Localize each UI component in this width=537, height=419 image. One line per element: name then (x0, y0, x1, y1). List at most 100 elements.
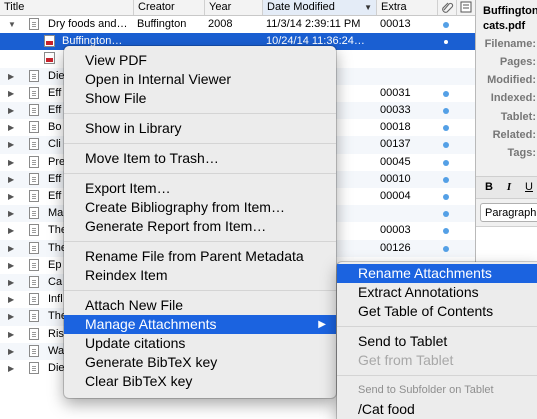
table-header: Title Creator Year Date Modified ▼ Extra (0, 0, 475, 16)
column-header-creator[interactable]: Creator (133, 0, 204, 15)
menu-item-update-citations[interactable]: Update citations (64, 334, 336, 353)
menu-item-label: Rename File from Parent Metadata (85, 248, 304, 264)
menu-item-label: Generate Report from Item… (85, 218, 267, 234)
disclosure-closed-icon[interactable]: ▶ (8, 136, 18, 153)
underline-button[interactable]: U (522, 180, 536, 194)
document-icon (29, 18, 39, 30)
disclosure-closed-icon[interactable]: ▶ (8, 85, 18, 102)
extra-cell: 00004 (380, 190, 411, 202)
disclosure-closed-icon[interactable]: ▶ (8, 360, 18, 377)
disclosure-closed-icon[interactable]: ▶ (8, 274, 18, 291)
disclosure-closed-icon[interactable]: ▶ (8, 171, 18, 188)
attachment-title-line1: Buffington (483, 5, 537, 17)
disclosure-closed-icon[interactable]: ▶ (8, 205, 18, 222)
menu-item-show-in-library[interactable]: Show in Library (64, 119, 336, 138)
modified-label: Modified: (487, 74, 536, 86)
disclosure-closed-icon[interactable]: ▶ (8, 102, 18, 119)
extra-cell (376, 68, 437, 85)
menu-item-label: Export Item… (85, 180, 171, 196)
attachment-status-dot-icon (443, 211, 449, 218)
menu-item-create-bibliography-from-item[interactable]: Create Bibliography from Item… (64, 198, 336, 217)
submenu-item-send-to-tablet[interactable]: Send to Tablet (337, 332, 537, 351)
disclosure-closed-icon[interactable]: ▶ (8, 343, 18, 360)
paragraph-format-select[interactable]: Paragraph (480, 203, 537, 222)
disclosure-closed-icon[interactable]: ▶ (8, 188, 18, 205)
menu-item-generate-report-from-item[interactable]: Generate Report from Item… (64, 217, 336, 236)
document-icon (29, 362, 39, 374)
creator-cell: Buffington (137, 18, 187, 30)
column-header-year[interactable]: Year (204, 0, 262, 15)
menu-item-label: Clear BibTeX key (85, 373, 193, 389)
column-header-extra[interactable]: Extra (376, 0, 437, 15)
document-icon (29, 258, 39, 271)
menu-item-label: Reindex Item (85, 267, 168, 283)
document-icon (29, 344, 39, 357)
extra-cell (376, 205, 437, 222)
disclosure-closed-icon[interactable]: ▶ (8, 257, 18, 274)
disclosure-closed-icon[interactable]: ▶ (8, 154, 18, 171)
title-cell: Dry foods and… (48, 18, 128, 30)
document-icon (29, 224, 39, 237)
attachment-status-dot-icon (443, 125, 449, 132)
submenu-separator (337, 375, 537, 376)
attachment-status-dot-icon (444, 40, 448, 45)
context-menu: View PDF Open in Internal Viewer Show File… (64, 46, 336, 398)
attachment-status-dot-icon (443, 194, 449, 200)
document-icon (29, 172, 39, 185)
submenu-item-extract-annotations[interactable]: Extract Annotations (337, 283, 537, 302)
document-icon (29, 121, 39, 134)
submenu-item-get-table-of-contents[interactable]: Get Table of Contents (337, 302, 537, 321)
disclosure-closed-icon[interactable]: ▶ (8, 222, 18, 239)
menu-item-generate-bibtex-key[interactable]: Generate BibTeX key (64, 353, 336, 372)
document-icon (29, 69, 39, 82)
document-icon (29, 138, 39, 151)
document-icon (29, 241, 39, 254)
disclosure-open-icon[interactable]: ▼ (8, 16, 18, 33)
extra-cell (376, 33, 437, 50)
bold-button[interactable]: B (482, 180, 496, 194)
menu-item-attach-new-file[interactable]: Attach New File (64, 296, 336, 315)
column-header-title[interactable]: Title (0, 0, 133, 15)
year-cell: 2008 (208, 18, 233, 30)
menu-item-view-pdf[interactable]: View PDF (64, 51, 336, 70)
attachment-status-dot-icon (443, 22, 449, 28)
tags-label[interactable]: Tags: (476, 147, 537, 159)
attachment-status-dot-icon (443, 159, 449, 166)
menu-item-reindex-item[interactable]: Reindex Item (64, 266, 336, 285)
attachment-title-line2: cats.pdf (483, 20, 526, 32)
menu-item-rename-file-from-parent-metadata[interactable]: Rename File from Parent Metadata (64, 247, 336, 266)
document-icon (29, 190, 39, 202)
disclosure-closed-icon[interactable]: ▶ (8, 291, 18, 308)
submenu-item-cat-food[interactable]: /Cat food (337, 400, 537, 419)
indexed-label: Indexed: (490, 92, 536, 104)
disclosure-closed-icon[interactable]: ▶ (8, 240, 18, 257)
menu-separator (64, 290, 336, 291)
column-header-date-modified[interactable]: Date Modified ▼ (262, 0, 376, 15)
table-row[interactable]: ▼ Dry foods and… Buffington 2008 11/3/14 2:3… (0, 16, 475, 33)
column-title-label: Title (4, 1, 25, 13)
related-label[interactable]: Related: (476, 129, 537, 141)
column-header-attachments[interactable] (437, 0, 456, 15)
menu-item-label: Manage Attachments (85, 316, 217, 332)
menu-item-move-item-to-trash[interactable]: Move Item to Trash… (64, 149, 336, 168)
menu-item-label: Show File (85, 90, 147, 106)
menu-item-export-item[interactable]: Export Item… (64, 179, 336, 198)
menu-separator (64, 113, 336, 114)
menu-item-manage-attachments[interactable]: Manage Attachments ▶ (64, 315, 336, 334)
extra-cell: 00010 (380, 172, 411, 185)
document-icon (29, 155, 39, 168)
menu-item-show-file[interactable]: Show File (64, 89, 336, 108)
manage-attachments-submenu: Rename Attachments Extract Annotations Get… (337, 262, 537, 419)
menu-item-clear-bibtex-key[interactable]: Clear BibTeX key (64, 372, 336, 391)
disclosure-closed-icon[interactable]: ▶ (8, 68, 18, 85)
italic-button[interactable]: I (502, 180, 516, 194)
attachment-status-dot-icon (443, 245, 449, 252)
column-header-notes[interactable] (456, 0, 475, 15)
document-icon (29, 310, 39, 323)
disclosure-closed-icon[interactable]: ▶ (8, 308, 18, 325)
menu-separator (64, 173, 336, 174)
disclosure-closed-icon[interactable]: ▶ (8, 326, 18, 343)
submenu-item-rename-attachments[interactable]: Rename Attachments (337, 264, 537, 283)
menu-item-open-in-internal-viewer[interactable]: Open in Internal Viewer (64, 70, 336, 89)
disclosure-closed-icon[interactable]: ▶ (8, 119, 18, 136)
